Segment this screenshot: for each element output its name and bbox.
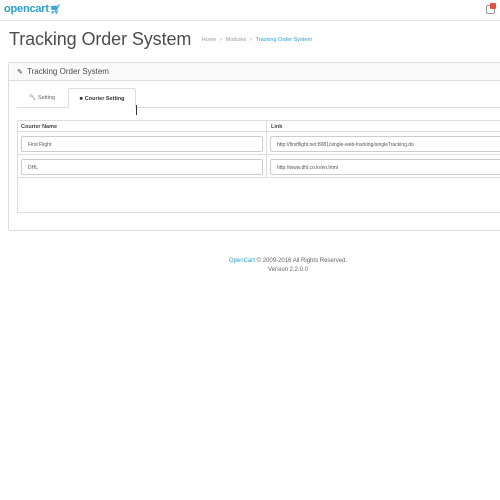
column-header-link: Link <box>271 124 283 130</box>
courier-name-field[interactable]: DHL <box>21 159 263 175</box>
courier-name-field[interactable]: First Flight <box>21 136 263 152</box>
panel-heading: ✎ Tracking Order System <box>9 63 500 81</box>
wrench-icon: 🔧︎ <box>28 95 36 101</box>
breadcrumb: Home > Modules > Tracking Order System <box>202 37 312 43</box>
column-divider <box>266 155 267 178</box>
tab-setting-label: Setting <box>37 95 56 101</box>
panel-title: Tracking Order System <box>27 67 109 76</box>
top-bar: opencart🛒︎ <box>0 0 500 21</box>
table-header: Courier Name Link <box>18 121 500 132</box>
tab-setting[interactable]: 🔧︎ Setting <box>17 88 67 108</box>
breadcrumb-current[interactable]: Tracking Order System <box>256 37 312 43</box>
page-header: Tracking Order System Home > Modules > Track… <box>9 29 499 55</box>
breadcrumb-separator: > <box>249 37 253 43</box>
pencil-icon: ✎ <box>17 69 23 76</box>
table-row: First Flight http://firstflight.net:8081… <box>18 132 500 155</box>
courier-link-field[interactable]: http://firstflight.net:8081/single-web-t… <box>270 136 500 152</box>
breadcrumb-home[interactable]: Home <box>202 37 217 43</box>
footer-copyright-text: © 2009-2016 All Rights Reserved. <box>254 258 348 264</box>
column-divider <box>266 132 267 155</box>
tab-divider <box>136 105 137 115</box>
logo-text: opencart <box>4 3 49 15</box>
settings-panel: ✎ Tracking Order System 🔧︎ Setting ■ Courie… <box>8 62 500 231</box>
tab-courier-setting-label: Courier Setting <box>84 96 125 102</box>
notification-badge <box>490 3 496 9</box>
truck-icon: ■ <box>79 96 83 102</box>
tab-courier-setting[interactable]: ■ Courier Setting <box>68 88 136 108</box>
column-divider <box>266 121 267 132</box>
tab-bar: 🔧︎ Setting ■ Courier Setting <box>17 88 500 115</box>
cart-icon: 🛒︎ <box>49 4 62 14</box>
column-header-courier-name: Courier Name <box>21 124 58 130</box>
table-row: DHL http://www.dhl.co.in/en.html <box>18 155 500 178</box>
breadcrumb-modules[interactable]: Modules <box>226 37 247 43</box>
footer-version: Version 2.2.0.0 <box>267 267 309 273</box>
footer-brand-link[interactable]: OpenCart <box>229 258 255 264</box>
footer-copyright: OpenCart © 2009-2016 All Rights Reserved… <box>0 257 500 266</box>
notification-button[interactable] <box>486 3 498 15</box>
page-title: Tracking Order System <box>9 29 192 49</box>
courier-table: Courier Name Link First Flight http://fi… <box>17 120 500 213</box>
courier-link-field[interactable]: http://www.dhl.co.in/en.html <box>270 159 500 175</box>
opencart-logo[interactable]: opencart🛒︎ <box>4 3 61 15</box>
footer: OpenCart © 2009-2016 All Rights Reserved… <box>0 257 500 275</box>
breadcrumb-separator: > <box>219 37 223 43</box>
